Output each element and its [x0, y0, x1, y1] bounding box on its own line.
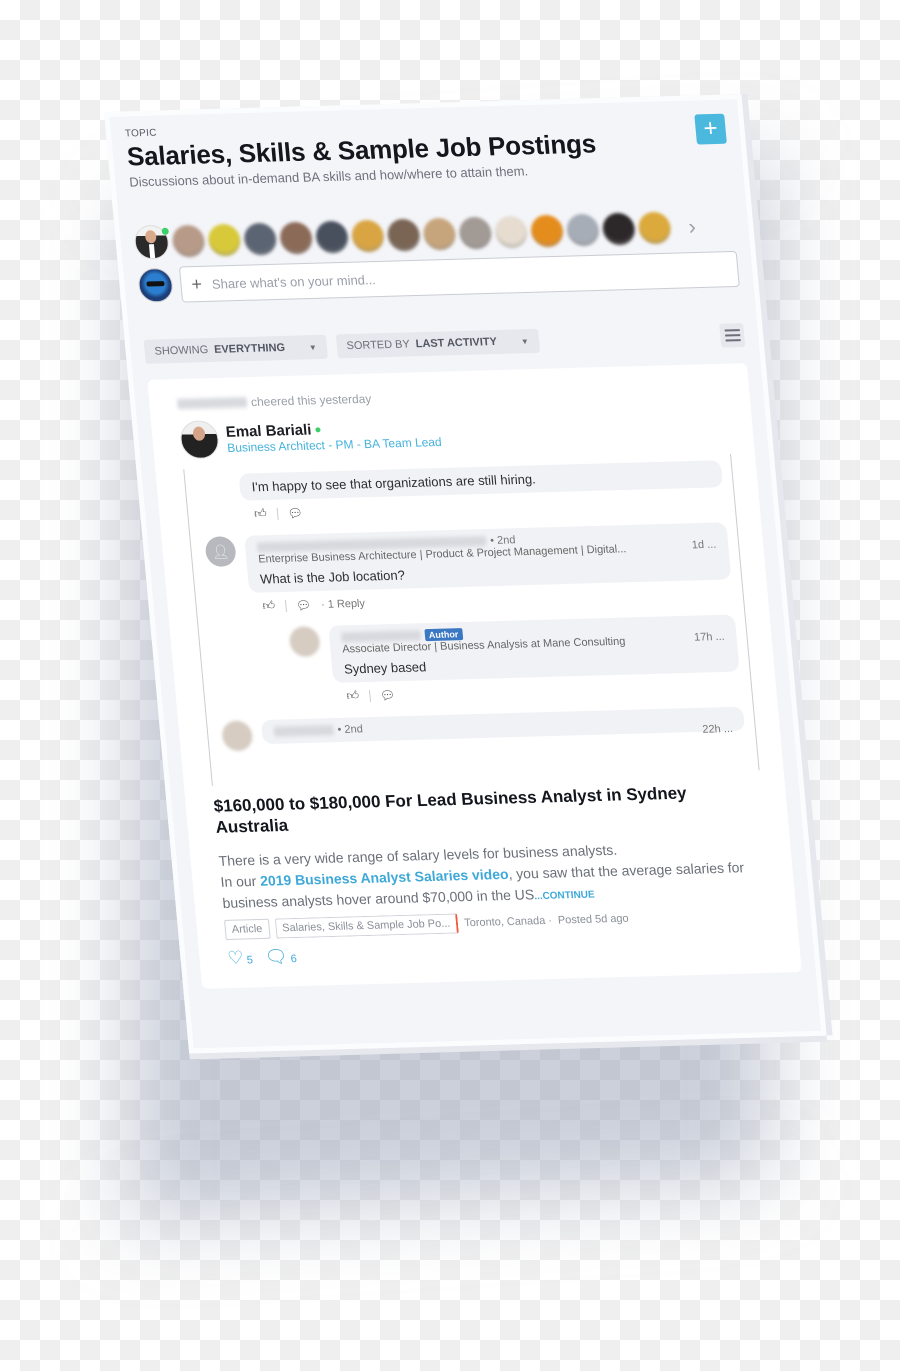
- share-input[interactable]: + Share what's on your mind...: [178, 250, 740, 303]
- like-count: 5: [246, 953, 254, 967]
- post-time: Posted 5d ago: [557, 912, 630, 927]
- share-placeholder: Share what's on your mind...: [211, 271, 377, 292]
- avatar-shirt: [148, 244, 156, 259]
- filter-bar: SHOWING EVERYTHING ▼ SORTED BY LAST ACTI…: [143, 322, 746, 364]
- cheer-text: cheered this yesterday: [250, 391, 372, 410]
- blurred-name: [176, 397, 248, 410]
- comment-icon: 🗨︎: [263, 945, 289, 967]
- list-icon-line: [724, 329, 740, 332]
- post-location: Toronto, Canada ·: [463, 914, 553, 929]
- caret-down-icon: ▼: [308, 342, 318, 352]
- member-avatar[interactable]: [565, 213, 601, 247]
- showing-filter-dropdown[interactable]: SHOWING EVERYTHING ▼: [143, 334, 328, 364]
- reply-icon[interactable]: 💬︎: [287, 506, 303, 520]
- comment-time[interactable]: 17h ...: [694, 631, 726, 644]
- list-icon-line: [725, 339, 741, 342]
- post-type-tag[interactable]: Article: [223, 918, 271, 940]
- comment: 👤︎ • 2nd Enterprise Business Architectur…: [204, 522, 742, 713]
- reply-count[interactable]: · 1 Reply: [321, 597, 366, 610]
- sort-dropdown[interactable]: SORTED BY LAST ACTIVITY ▼: [335, 328, 540, 359]
- online-status-icon: [161, 227, 170, 235]
- sorted-prefix: SORTED BY: [346, 338, 411, 353]
- author-avatar[interactable]: [178, 420, 221, 460]
- sorted-value: LAST ACTIVITY: [415, 335, 498, 351]
- chevron-right-icon[interactable]: ›: [687, 214, 697, 240]
- plus-icon: +: [702, 114, 719, 143]
- member-avatar[interactable]: [601, 212, 637, 246]
- continue-link[interactable]: ...CONTINUE: [534, 889, 595, 902]
- add-post-button[interactable]: +: [694, 113, 727, 145]
- comment-text: Sydney based: [343, 659, 427, 677]
- comment-header: • 2nd: [273, 713, 732, 738]
- topic-card: TOPIC Salaries, Skills & Sample Job Post…: [104, 94, 827, 1054]
- member-avatar[interactable]: [422, 217, 457, 251]
- plus-icon: +: [190, 273, 203, 294]
- author-name[interactable]: Emal Bariali: [225, 421, 312, 440]
- connection-degree: • 2nd: [489, 534, 516, 547]
- blurred-name: [273, 725, 335, 737]
- post-card: cheered this yesterday Emal Bariali Busi…: [147, 363, 802, 989]
- member-avatars: ›: [133, 209, 736, 260]
- comment-button[interactable]: 🗨︎ 6: [264, 946, 298, 968]
- comment-bubble: Author Associate Director | Business Ana…: [328, 614, 740, 683]
- like-icon[interactable]: 👍︎: [254, 506, 268, 521]
- composer: + Share what's on your mind...: [137, 250, 740, 304]
- post-author: Emal Bariali Business Architect - PM - B…: [178, 406, 730, 460]
- showing-prefix: SHOWING: [154, 344, 209, 358]
- divider: [276, 507, 279, 520]
- cheer-line: cheered this yesterday: [176, 382, 726, 411]
- connection-degree: • 2nd: [337, 723, 364, 737]
- like-button[interactable]: ♡ 5: [227, 947, 254, 969]
- divider: [284, 599, 287, 612]
- online-status-icon: [315, 426, 321, 432]
- comment: • 2nd 22h ...: [221, 706, 746, 752]
- member-avatar[interactable]: [529, 214, 565, 248]
- author-badge: Author: [424, 628, 463, 642]
- member-avatar[interactable]: [458, 216, 493, 250]
- member-avatar[interactable]: [350, 219, 386, 253]
- current-user-avatar: [137, 267, 175, 303]
- nested-comment: Author Associate Director | Business Ana…: [288, 614, 742, 711]
- avatar-face: [192, 426, 206, 441]
- reply-icon[interactable]: 💬︎: [295, 598, 311, 612]
- article-excerpt: There is a very wide range of salary lev…: [218, 835, 771, 913]
- member-list: [171, 211, 673, 258]
- member-avatar[interactable]: [637, 211, 673, 245]
- video-link[interactable]: 2019 Business Analyst Salaries video: [259, 865, 509, 888]
- list-icon-line: [725, 334, 741, 337]
- avatar[interactable]: [133, 224, 171, 260]
- avatar: [221, 720, 254, 752]
- comment-thread[interactable]: I'm happy to see that organizations are …: [183, 453, 760, 786]
- article-title[interactable]: $160,000 to $180,000 For Lead Business A…: [213, 780, 765, 838]
- topic-tag[interactable]: Salaries, Skills & Sample Job Po...: [274, 912, 460, 939]
- member-avatar[interactable]: [386, 218, 422, 252]
- member-avatar[interactable]: [278, 221, 314, 255]
- caret-down-icon: ▼: [520, 336, 530, 346]
- divider: [368, 689, 371, 702]
- member-avatar[interactable]: [314, 220, 350, 254]
- comment-text: I'm happy to see that organizations are …: [251, 471, 537, 495]
- post-stats: ♡ 5 🗨︎ 6: [227, 932, 777, 968]
- avatar-face: [144, 230, 157, 244]
- member-avatar[interactable]: [207, 223, 242, 257]
- showing-value: EVERYTHING: [213, 341, 286, 356]
- list-view-toggle[interactable]: [719, 322, 746, 348]
- default-avatar-icon: 👤︎: [204, 536, 237, 567]
- comment-time[interactable]: 1d ...: [691, 539, 716, 552]
- avatar: [288, 626, 321, 658]
- member-avatar[interactable]: [171, 224, 206, 258]
- comment-time[interactable]: 22h ...: [702, 723, 734, 736]
- reply-icon[interactable]: 💬︎: [379, 688, 395, 702]
- like-icon[interactable]: 👍︎: [346, 688, 360, 703]
- member-avatar[interactable]: [493, 215, 529, 249]
- like-icon[interactable]: 👍︎: [262, 598, 276, 613]
- excerpt-prefix: In our: [219, 872, 261, 890]
- comment-bubble: • 2nd 22h ...: [260, 706, 746, 745]
- avatar-glasses: [146, 281, 165, 287]
- heart-icon: ♡: [226, 947, 245, 968]
- member-avatar[interactable]: [242, 222, 278, 256]
- comment-count: 6: [290, 952, 298, 965]
